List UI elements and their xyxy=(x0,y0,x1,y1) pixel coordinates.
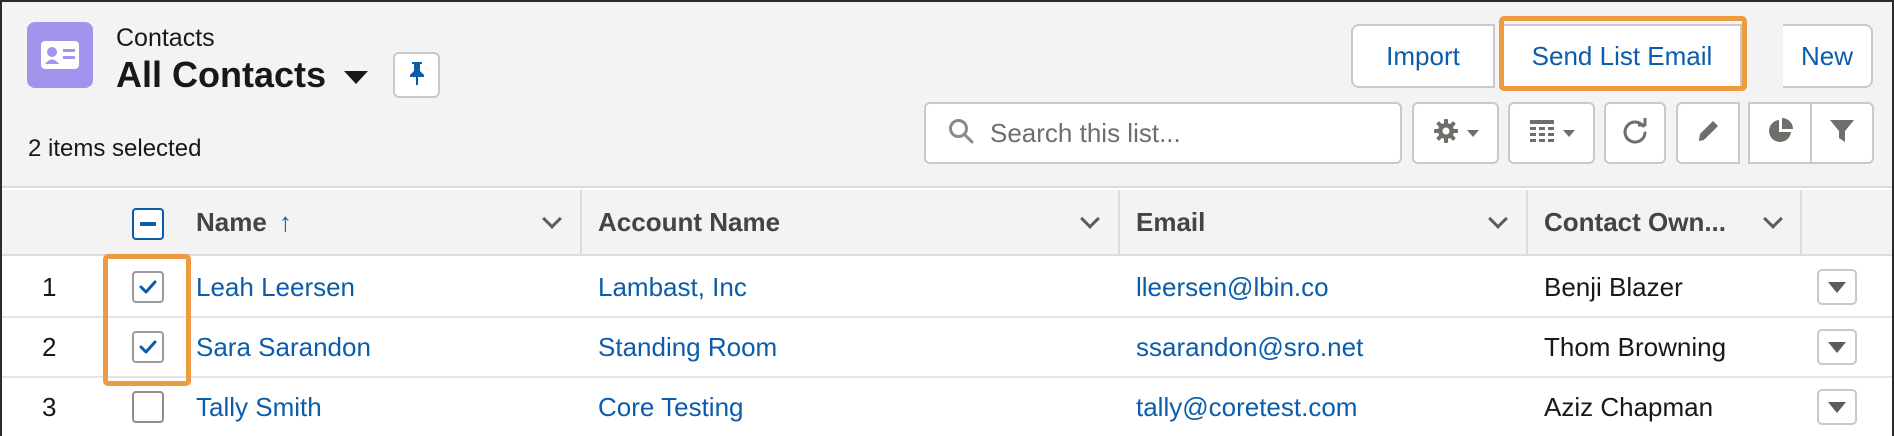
row-number: 2 xyxy=(42,331,57,362)
row-number: 3 xyxy=(42,391,57,422)
refresh-button[interactable] xyxy=(1604,102,1666,164)
search-input[interactable] xyxy=(990,117,1370,149)
table-row: 3 Tally Smith Core Testing tally@coretes… xyxy=(2,378,1892,436)
row-actions-button[interactable] xyxy=(1817,389,1857,425)
contact-owner: Thom Browning xyxy=(1544,331,1727,362)
inline-edit-button[interactable] xyxy=(1676,102,1740,164)
filter-button[interactable] xyxy=(1810,102,1874,164)
email-link[interactable]: lleersen@lbin.co xyxy=(1136,258,1329,316)
highlight-selected-checkboxes xyxy=(103,254,191,386)
table-header: Name ↑ Account Name Email Contact Own... xyxy=(2,190,1892,256)
row-checkbox[interactable] xyxy=(132,391,164,423)
select-all-checkbox[interactable] xyxy=(132,208,164,240)
refresh-icon xyxy=(1621,117,1649,150)
import-button[interactable]: Import xyxy=(1351,24,1495,88)
list-view-controls-button[interactable] xyxy=(1412,102,1499,164)
filter-icon xyxy=(1829,118,1855,149)
sort-ascending-icon: ↑ xyxy=(278,206,292,237)
column-header-email[interactable]: Email xyxy=(1136,190,1506,254)
contact-owner: Benji Blazer xyxy=(1544,271,1683,302)
show-charts-button[interactable] xyxy=(1748,102,1812,164)
selected-count: 2 items selected xyxy=(28,135,202,162)
highlight-send-list-email xyxy=(1499,16,1747,91)
pie-chart-icon xyxy=(1766,117,1794,150)
list-view-frame: Contacts All Contacts 2 items selected I… xyxy=(0,0,1894,436)
list-view-switcher[interactable]: All Contacts xyxy=(116,54,369,96)
pencil-icon xyxy=(1695,118,1721,149)
contact-owner: Aziz Chapman xyxy=(1544,391,1714,422)
chevron-down-icon xyxy=(1828,401,1846,413)
list-view-header: Contacts All Contacts 2 items selected I… xyxy=(2,2,1892,188)
chevron-down-icon xyxy=(1466,129,1479,137)
search-icon xyxy=(948,118,974,149)
row-actions-button[interactable] xyxy=(1817,329,1857,365)
minus-icon xyxy=(140,222,156,226)
account-name-link[interactable]: Lambast, Inc xyxy=(598,258,747,316)
pin-list-button[interactable] xyxy=(393,52,440,98)
column-divider xyxy=(1526,190,1528,254)
account-name-link[interactable]: Core Testing xyxy=(598,378,744,436)
search-box[interactable] xyxy=(924,102,1402,164)
contact-name-link[interactable]: Tally Smith xyxy=(196,378,322,436)
column-divider xyxy=(1118,190,1120,254)
column-header-account[interactable]: Account Name xyxy=(598,190,1098,254)
chevron-down-icon xyxy=(1828,341,1846,353)
email-link[interactable]: tally@coretest.com xyxy=(1136,378,1357,436)
chevron-down-icon xyxy=(1828,281,1846,293)
chevron-down-icon xyxy=(1562,129,1575,137)
row-number: 1 xyxy=(42,271,57,302)
account-name-link[interactable]: Standing Room xyxy=(598,318,777,376)
display-as-button[interactable] xyxy=(1508,102,1595,164)
new-button[interactable]: New xyxy=(1783,24,1873,88)
column-divider xyxy=(580,190,582,254)
contact-name-link[interactable]: Sara Sarandon xyxy=(196,318,371,376)
column-header-name[interactable]: Name ↑ xyxy=(196,190,576,254)
email-link[interactable]: ssarandon@sro.net xyxy=(1136,318,1363,376)
caret-down-icon xyxy=(344,70,369,84)
gear-icon xyxy=(1433,118,1459,149)
contact-name-link[interactable]: Leah Leersen xyxy=(196,258,355,316)
list-view-name: All Contacts xyxy=(116,54,327,95)
column-divider xyxy=(1800,190,1802,254)
contact-card-icon xyxy=(27,22,93,88)
table-row: 1 Leah Leersen Lambast, Inc lleersen@lbi… xyxy=(2,258,1892,318)
table-display-icon xyxy=(1529,119,1555,148)
column-header-contact-owner[interactable]: Contact Own... xyxy=(1544,190,1784,254)
object-label: Contacts xyxy=(116,24,215,52)
pin-icon xyxy=(408,60,426,91)
row-actions-button[interactable] xyxy=(1817,269,1857,305)
table-row: 2 Sara Sarandon Standing Room ssarandon@… xyxy=(2,318,1892,378)
